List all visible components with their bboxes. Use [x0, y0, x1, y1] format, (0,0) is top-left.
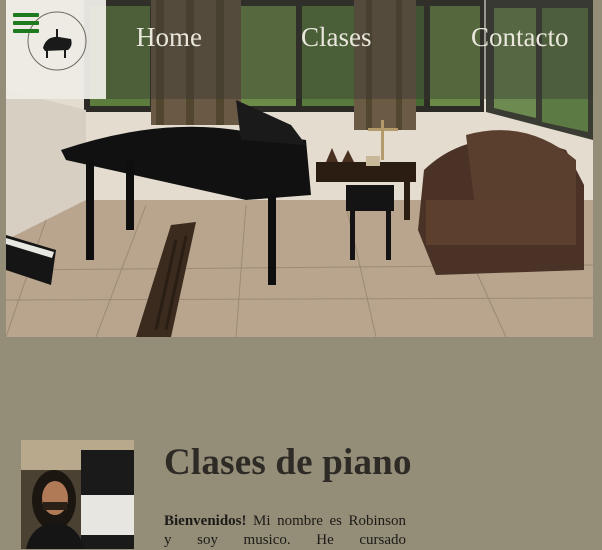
intro-greeting: Bienvenidos!: [164, 513, 247, 529]
page-title: Clases de piano: [164, 442, 412, 483]
profile-photo: [21, 440, 134, 549]
nav-link-home[interactable]: Home: [136, 22, 202, 53]
nav-link-contacto[interactable]: Contacto: [471, 22, 568, 53]
intro-paragraph: Bienvenidos! Mi nombre es Robinson y soy…: [164, 512, 406, 550]
nav-link-clases[interactable]: Clases: [301, 22, 372, 53]
hamburger-menu-icon[interactable]: [13, 13, 39, 33]
top-navbar: Home Clases Contacto: [6, 0, 593, 99]
